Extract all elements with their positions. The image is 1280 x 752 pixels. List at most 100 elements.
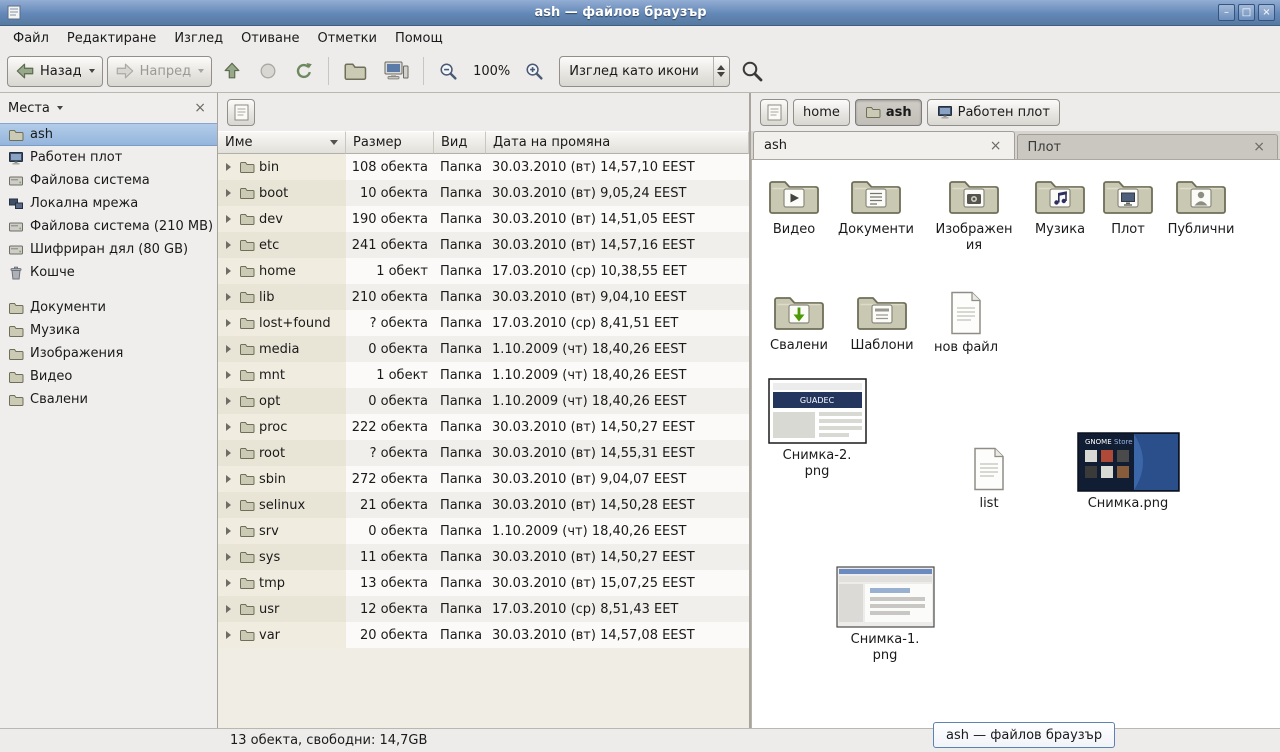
- tab-ash[interactable]: ash ×: [753, 131, 1015, 159]
- file-row-media[interactable]: media0 обектаПапка1.10.2009 (чт) 18,40,2…: [218, 336, 749, 362]
- notes-pane-button[interactable]: [227, 99, 255, 126]
- expander-icon[interactable]: [226, 475, 231, 483]
- minimize-button[interactable]: –: [1218, 4, 1235, 21]
- grid-item-10[interactable]: list: [947, 446, 1031, 512]
- notes-pane-button[interactable]: [760, 99, 788, 126]
- maximize-button[interactable]: □: [1238, 4, 1255, 21]
- expander-icon[interactable]: [226, 241, 231, 249]
- file-row-etc[interactable]: etc241 обектаПапка30.03.2010 (вт) 14,57,…: [218, 232, 749, 258]
- sidebar-item-local-network[interactable]: Локална мрежа: [0, 192, 217, 215]
- breadcrumb-desktop[interactable]: Работен плот: [927, 99, 1060, 126]
- forward-button[interactable]: Напред: [107, 56, 212, 87]
- close-button[interactable]: ×: [1258, 4, 1275, 21]
- column-header-type[interactable]: Вид: [434, 131, 486, 154]
- column-header-size[interactable]: Размер: [346, 131, 434, 154]
- grid-item-5[interactable]: Публични: [1159, 174, 1243, 238]
- file-row-lost+found[interactable]: lost+found? обектаПапка17.03.2010 (ср) 8…: [218, 310, 749, 336]
- menu-go[interactable]: Отиване: [232, 28, 308, 49]
- expander-icon[interactable]: [226, 371, 231, 379]
- sidebar-item-desktop[interactable]: Работен плот: [0, 146, 217, 169]
- file-row-srv[interactable]: srv0 обектаПапка1.10.2009 (чт) 18,40,26 …: [218, 518, 749, 544]
- expander-icon[interactable]: [226, 553, 231, 561]
- grid-item-12[interactable]: Снимка-1.png: [830, 566, 940, 663]
- sidebar-item-pictures[interactable]: Изображения: [0, 342, 217, 365]
- grid-item-4[interactable]: Плот: [1086, 174, 1170, 238]
- grid-item-11[interactable]: GNOMEStoreСнимка.png: [1073, 432, 1183, 512]
- stop-button[interactable]: [252, 55, 284, 88]
- expander-icon[interactable]: [226, 449, 231, 457]
- expander-icon[interactable]: [226, 345, 231, 353]
- grid-item-1[interactable]: Документи: [834, 174, 918, 238]
- expander-icon[interactable]: [226, 397, 231, 405]
- icon-view[interactable]: ВидеоДокументиИзображенияМузикаПлотПубли…: [751, 160, 1280, 728]
- file-row-boot[interactable]: boot10 обектаПапка30.03.2010 (вт) 9,05,2…: [218, 180, 749, 206]
- expander-icon[interactable]: [226, 501, 231, 509]
- file-row-opt[interactable]: opt0 обектаПапка1.10.2009 (чт) 18,40,26 …: [218, 388, 749, 414]
- breadcrumb-ash[interactable]: ash: [855, 99, 922, 126]
- reload-button[interactable]: [288, 55, 320, 88]
- expander-icon[interactable]: [226, 631, 231, 639]
- file-row-bin[interactable]: bin108 обектаПапка30.03.2010 (вт) 14,57,…: [218, 154, 749, 180]
- file-row-home[interactable]: home1 обектПапка17.03.2010 (ср) 10,38,55…: [218, 258, 749, 284]
- file-row-proc[interactable]: proc222 обектаПапка30.03.2010 (вт) 14,50…: [218, 414, 749, 440]
- title-bar[interactable]: ash — файлов браузър – □ ×: [0, 0, 1280, 26]
- sidebar-item-trash[interactable]: Кошче: [0, 261, 217, 284]
- sidebar-mode-chevron-icon[interactable]: [57, 106, 63, 110]
- file-row-lib[interactable]: lib210 обектаПапка30.03.2010 (вт) 9,04,1…: [218, 284, 749, 310]
- file-row-root[interactable]: root? обектаПапка30.03.2010 (вт) 14,55,3…: [218, 440, 749, 466]
- expander-icon[interactable]: [226, 215, 231, 223]
- file-row-selinux[interactable]: selinux21 обектаПапка30.03.2010 (вт) 14,…: [218, 492, 749, 518]
- sidebar-title[interactable]: Места: [8, 101, 50, 116]
- sidebar-item-video[interactable]: Видео: [0, 365, 217, 388]
- expander-icon[interactable]: [226, 319, 231, 327]
- file-row-usr[interactable]: usr12 обектаПапка17.03.2010 (ср) 8,51,43…: [218, 596, 749, 622]
- menu-bookmarks[interactable]: Отметки: [308, 28, 385, 49]
- zoom-out-button[interactable]: [432, 55, 465, 88]
- zoom-in-button[interactable]: [518, 55, 551, 88]
- menu-file[interactable]: Файл: [4, 28, 58, 49]
- expander-icon[interactable]: [226, 605, 231, 613]
- expander-icon[interactable]: [226, 527, 231, 535]
- column-header-modified[interactable]: Дата на промяна: [486, 131, 749, 154]
- grid-item-2[interactable]: Изображения: [932, 174, 1016, 253]
- home-button[interactable]: [337, 55, 373, 88]
- grid-item-0[interactable]: Видео: [752, 174, 836, 238]
- zoom-level[interactable]: 100%: [469, 64, 514, 79]
- computer-button[interactable]: [377, 55, 415, 88]
- menu-view[interactable]: Изглед: [165, 28, 232, 49]
- expander-icon[interactable]: [226, 267, 231, 275]
- tab-close-icon[interactable]: ×: [1251, 139, 1267, 155]
- tab-close-icon[interactable]: ×: [988, 138, 1004, 154]
- tab-plot[interactable]: Плот ×: [1017, 134, 1279, 159]
- sidebar-close-icon[interactable]: ×: [191, 100, 209, 116]
- expander-icon[interactable]: [226, 163, 231, 171]
- sidebar-item-documents[interactable]: Документи: [0, 296, 217, 319]
- file-row-mnt[interactable]: mnt1 обектПапка1.10.2009 (чт) 18,40,26 E…: [218, 362, 749, 388]
- sidebar-item-filesystem-210mb[interactable]: Файлова система (210 MB): [0, 215, 217, 238]
- expander-icon[interactable]: [226, 189, 231, 197]
- file-row-sys[interactable]: sys11 обектаПапка30.03.2010 (вт) 14,50,2…: [218, 544, 749, 570]
- expander-icon[interactable]: [226, 293, 231, 301]
- back-button[interactable]: Назад: [7, 56, 103, 87]
- breadcrumb-home[interactable]: home: [793, 99, 850, 126]
- grid-item-7[interactable]: Шаблони: [840, 290, 924, 354]
- grid-item-8[interactable]: нов файл: [924, 290, 1008, 356]
- search-button[interactable]: [734, 55, 770, 88]
- sidebar-item-ash[interactable]: ash: [0, 123, 217, 146]
- expander-icon[interactable]: [226, 423, 231, 431]
- taskbar-window-button[interactable]: ash — файлов браузър: [933, 722, 1115, 748]
- file-row-sbin[interactable]: sbin272 обектаПапка30.03.2010 (вт) 9,04,…: [218, 466, 749, 492]
- menu-edit[interactable]: Редактиране: [58, 28, 165, 49]
- expander-icon[interactable]: [226, 579, 231, 587]
- sidebar-item-encrypted-80gb[interactable]: Шифриран дял (80 GB): [0, 238, 217, 261]
- view-mode-select[interactable]: Изглед като икони: [559, 56, 730, 87]
- grid-item-6[interactable]: Свалени: [757, 290, 841, 354]
- column-header-name[interactable]: Име: [218, 131, 346, 154]
- sidebar-item-downloads[interactable]: Свалени: [0, 388, 217, 411]
- up-button[interactable]: [216, 55, 248, 88]
- sidebar-item-music[interactable]: Музика: [0, 319, 217, 342]
- sidebar-item-filesystem[interactable]: Файлова система: [0, 169, 217, 192]
- menu-help[interactable]: Помощ: [386, 28, 452, 49]
- file-row-tmp[interactable]: tmp13 обектаПапка30.03.2010 (вт) 15,07,2…: [218, 570, 749, 596]
- file-row-var[interactable]: var20 обектаПапка30.03.2010 (вт) 14,57,0…: [218, 622, 749, 648]
